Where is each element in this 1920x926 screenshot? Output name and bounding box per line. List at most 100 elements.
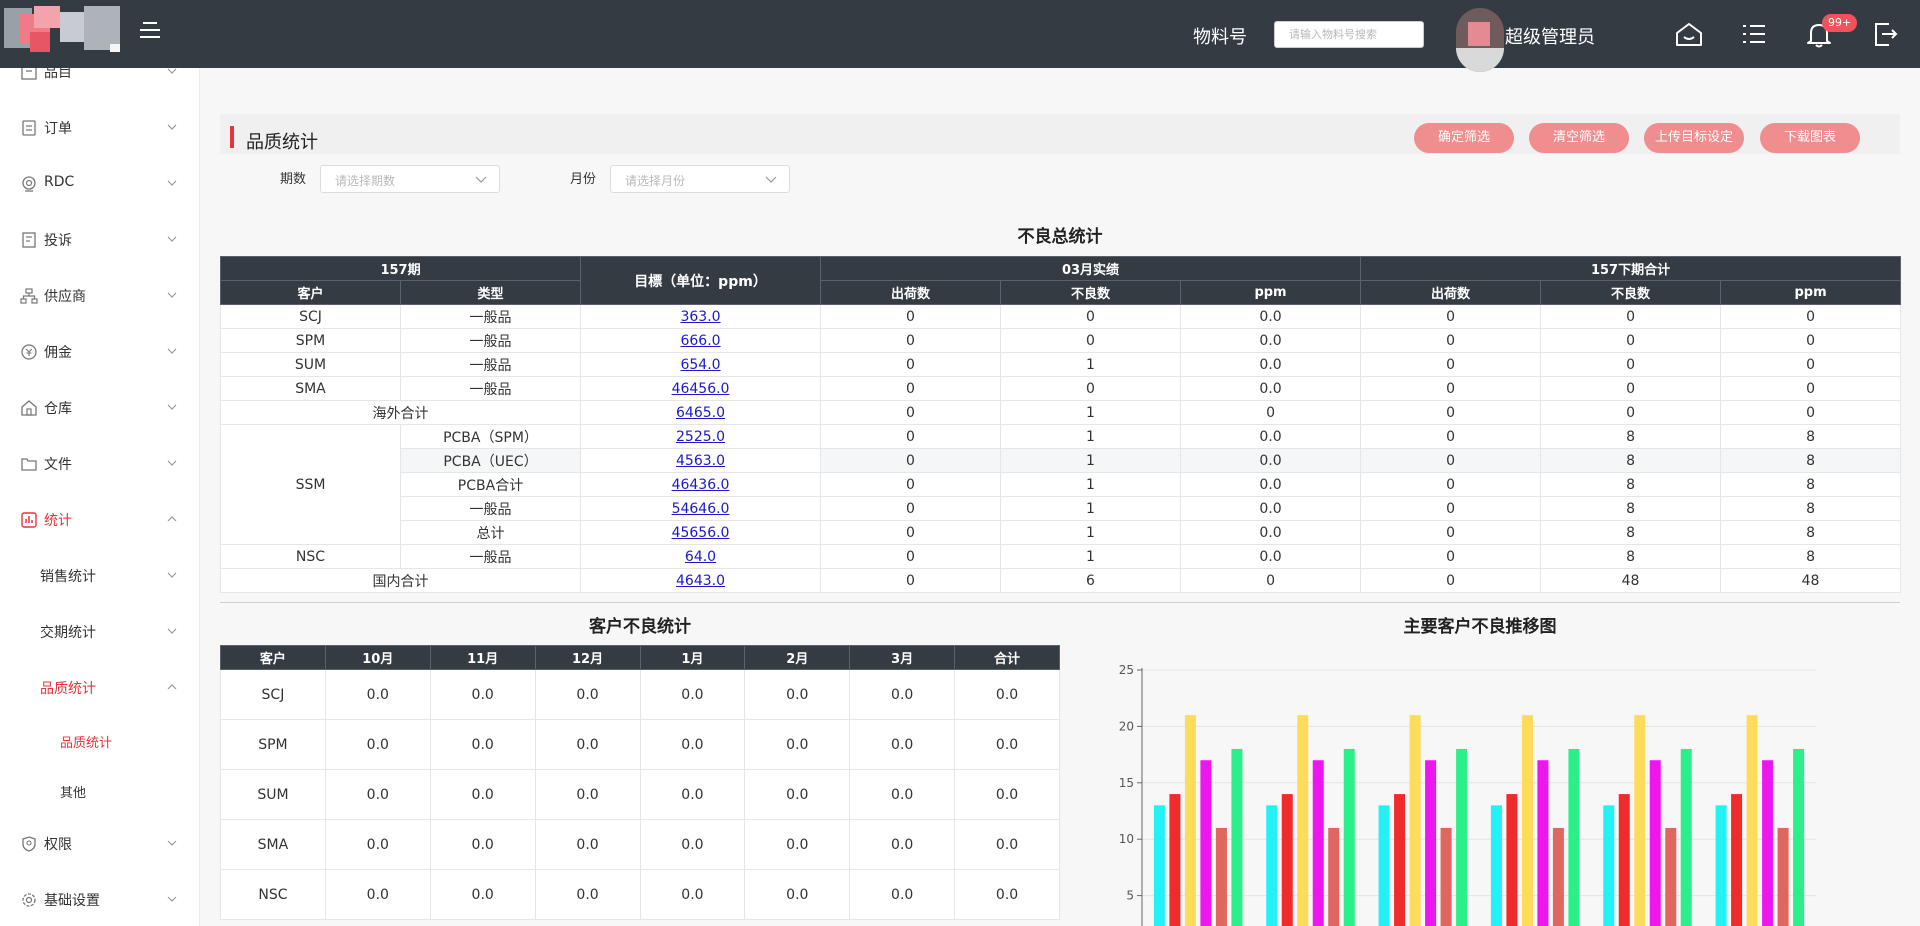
clear-filter-button[interactable]: 清空筛选 (1529, 123, 1629, 153)
bar[interactable] (1184, 715, 1196, 926)
bar[interactable] (1394, 794, 1406, 926)
logout-icon[interactable] (1869, 18, 1901, 50)
folder-icon (21, 458, 37, 471)
target-link[interactable]: 363.0 (680, 309, 720, 325)
bar[interactable] (1215, 827, 1227, 926)
value-cell: 0 (1720, 304, 1902, 329)
sidebar-item-delivery-stats[interactable]: 交期统计 (0, 612, 199, 652)
material-search-input[interactable] (1274, 21, 1424, 48)
bar[interactable] (1169, 794, 1181, 926)
sidebar-item-quality-stats-page[interactable]: 品质统计 (0, 722, 199, 762)
table-row: SMA 0.0 0.0 0.0 0.0 0.0 0.0 0.0 (220, 819, 1060, 870)
sidebar-item-supplier[interactable]: 供应商 (0, 276, 199, 316)
month-select[interactable]: 请选择月份 (610, 165, 790, 193)
bar[interactable] (1200, 760, 1212, 926)
table-row: SCJ 0.0 0.0 0.0 0.0 0.0 0.0 0.0 (220, 669, 1060, 720)
target-cell: 666.0 (580, 328, 822, 353)
bar[interactable] (1297, 715, 1309, 926)
target-link[interactable]: 54646.0 (672, 501, 730, 517)
target-link[interactable]: 2525.0 (676, 429, 725, 445)
bar[interactable] (1603, 805, 1615, 926)
period-select[interactable]: 请选择期数 (320, 165, 500, 193)
bar[interactable] (1618, 794, 1630, 926)
value-cell: 0.0 (954, 769, 1060, 820)
sidebar-item-complaint[interactable]: 投诉 (0, 220, 199, 260)
bar[interactable] (1281, 794, 1293, 926)
bar[interactable] (1777, 827, 1789, 926)
target-link[interactable]: 4643.0 (676, 573, 725, 589)
bar[interactable] (1490, 805, 1502, 926)
camera-icon (22, 176, 36, 192)
apply-filter-button[interactable]: 确定筛选 (1414, 123, 1514, 153)
list-icon[interactable] (1738, 18, 1770, 50)
bar[interactable] (1506, 794, 1518, 926)
sidebar-item-basic-settings[interactable]: 基础设置 (0, 880, 199, 920)
bar[interactable] (1568, 748, 1580, 926)
bar[interactable] (1521, 715, 1533, 926)
bar[interactable] (1328, 827, 1340, 926)
target-link[interactable]: 46436.0 (672, 477, 730, 493)
bar[interactable] (1552, 827, 1564, 926)
target-cell: 4563.0 (580, 448, 822, 473)
sidebar-item-commission[interactable]: 佣金 (0, 332, 199, 372)
value-cell: 0.0 (534, 669, 641, 720)
value-cell: 0.0 (1180, 472, 1362, 497)
bar[interactable] (1456, 748, 1468, 926)
target-link[interactable]: 46456.0 (672, 381, 730, 397)
avatar[interactable] (1456, 8, 1504, 72)
bar[interactable] (1731, 794, 1743, 926)
type-cell: PCBA（SPM） (399, 424, 582, 449)
column-header: 合计 (954, 645, 1060, 670)
bar[interactable] (1665, 827, 1677, 926)
target-link[interactable]: 654.0 (680, 357, 720, 373)
sidebar-item-quality-stats[interactable]: 品质统计 (0, 668, 199, 708)
bar[interactable] (1440, 827, 1452, 926)
bar[interactable] (1793, 748, 1805, 926)
bar[interactable] (1153, 805, 1165, 926)
bar[interactable] (1312, 760, 1324, 926)
bar[interactable] (1680, 748, 1692, 926)
chevron-down-icon (765, 176, 777, 183)
value-cell: 0.0 (429, 769, 536, 820)
target-link[interactable]: 4563.0 (676, 453, 725, 469)
chevron-down-icon (167, 628, 177, 634)
bar[interactable] (1537, 760, 1549, 926)
bar[interactable] (1715, 805, 1727, 926)
bar[interactable] (1634, 715, 1646, 926)
sidebar-item-sales-stats[interactable]: 销售统计 (0, 556, 199, 596)
target-link[interactable]: 6465.0 (676, 405, 725, 421)
bar[interactable] (1425, 760, 1437, 926)
user-name[interactable]: 超级管理员 (1505, 23, 1595, 49)
sidebar-item-warehouse[interactable]: 仓库 (0, 388, 199, 428)
bar[interactable] (1231, 748, 1243, 926)
sidebar-item-order[interactable]: 订单 (0, 108, 199, 148)
bar[interactable] (1378, 805, 1390, 926)
home-icon[interactable] (1673, 18, 1705, 50)
value-cell: 0 (1360, 400, 1542, 425)
upload-target-button[interactable]: 上传目标设定 (1644, 123, 1744, 153)
bar[interactable] (1762, 760, 1774, 926)
bar[interactable] (1409, 715, 1421, 926)
bar[interactable] (1343, 748, 1355, 926)
bar[interactable] (1649, 760, 1661, 926)
value-cell: 0.0 (639, 719, 746, 770)
sidebar-item-file[interactable]: 文件 (0, 444, 199, 484)
value-cell: 8 (1540, 448, 1722, 473)
app-logo[interactable] (4, 6, 120, 54)
target-link[interactable]: 64.0 (685, 549, 716, 565)
sidebar-item-permission[interactable]: 权限 (0, 824, 199, 864)
sidebar-item-statistics[interactable]: 统计 (0, 500, 199, 540)
target-link[interactable]: 45656.0 (672, 525, 730, 541)
bar[interactable] (1746, 715, 1758, 926)
download-chart-button[interactable]: 下载图表 (1760, 123, 1860, 153)
sidebar-item-rdc[interactable]: RDC (0, 164, 199, 204)
value-cell: 0.0 (324, 719, 431, 770)
menu-toggle-icon[interactable] (140, 22, 160, 40)
sidebar-item-other[interactable]: 其他 (0, 772, 199, 812)
bar[interactable] (1266, 805, 1278, 926)
value-cell: 0 (820, 568, 1002, 593)
header-defect: 不良数 (1540, 280, 1722, 305)
sidebar-item-product[interactable]: 品目 (0, 68, 199, 92)
customer-defects-table: 客户 10月 11月 12月 1月 2月 3月 合计 SCJ 0.0 0.0 0.0 0.0 0.0 0.… (220, 645, 1060, 920)
target-link[interactable]: 666.0 (680, 333, 720, 349)
